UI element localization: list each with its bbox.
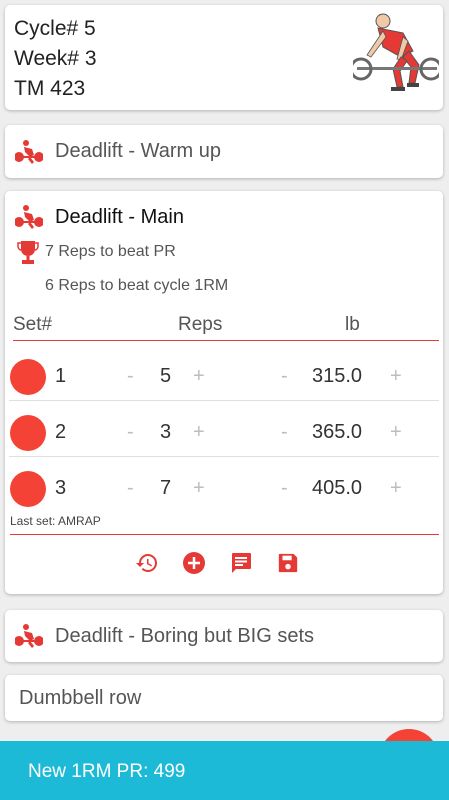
set-number: 1 <box>55 365 67 387</box>
exercise-card-warmup[interactable]: Deadlift - Warm up <box>5 125 443 178</box>
exercise-title: Dumbbell row <box>19 686 142 709</box>
last-set-note: Last set: AMRAP <box>10 514 101 528</box>
column-weight: lb <box>345 314 360 335</box>
exercise-card-main: Deadlift - Main 7 Reps to beat PR 6 Reps… <box>5 191 443 594</box>
comment-button[interactable] <box>227 549 255 577</box>
exercise-card-bbb[interactable]: Deadlift - Boring but BIG sets <box>5 610 443 662</box>
set-complete-toggle[interactable] <box>10 415 46 451</box>
exercise-title: Deadlift - Warm up <box>55 140 221 162</box>
weight-value[interactable]: 315.0 <box>312 365 362 388</box>
header-card: Cycle# 5 Week# 3 TM 423 <box>5 5 443 110</box>
reps-decrement-button[interactable]: - <box>127 421 134 444</box>
add-set-button[interactable] <box>180 549 208 577</box>
pr-text: 7 Reps to beat PR <box>45 243 176 260</box>
save-button[interactable] <box>274 549 302 577</box>
set-number: 3 <box>55 477 67 499</box>
weight-value[interactable]: 405.0 <box>312 477 362 500</box>
reps-decrement-button[interactable]: - <box>127 477 134 500</box>
set-complete-toggle[interactable] <box>10 359 46 395</box>
exercise-title: Deadlift - Boring but BIG sets <box>55 624 315 647</box>
weight-increment-button[interactable]: + <box>390 365 402 388</box>
training-max-label: TM 423 <box>14 77 86 100</box>
snackbar: New 1RM PR: 499 <box>0 741 449 800</box>
trophy-icon <box>17 241 39 264</box>
add-circle-icon <box>183 552 205 574</box>
reps-increment-button[interactable]: + <box>193 365 205 388</box>
comment-icon <box>232 553 251 573</box>
reps-value[interactable]: 3 <box>160 421 171 444</box>
action-bar <box>133 549 302 577</box>
column-reps: Reps <box>178 314 223 335</box>
set-row: 2 - 3 + - 365.0 + <box>5 401 443 457</box>
week-label: Week# 3 <box>14 47 97 70</box>
snackbar-text: New 1RM PR: 499 <box>28 761 186 782</box>
set-row: 1 - 5 + - 315.0 + <box>5 345 443 401</box>
exercise-card-dumbbell-row[interactable]: Dumbbell row <box>5 675 443 721</box>
column-set: Set# <box>13 314 53 335</box>
table-bottom-divider <box>10 534 439 535</box>
weight-decrement-button[interactable]: - <box>281 365 288 388</box>
reps-value[interactable]: 7 <box>160 477 171 500</box>
set-row: 3 - 7 + - 405.0 + <box>5 457 443 513</box>
main-title-row: Deadlift - Main <box>15 203 184 231</box>
exercise-title: Deadlift - Main <box>55 205 184 228</box>
weight-decrement-button[interactable]: - <box>281 477 288 500</box>
cycle-1rm-text: 6 Reps to beat cycle 1RM <box>45 277 229 294</box>
weight-decrement-button[interactable]: - <box>281 421 288 444</box>
save-icon <box>278 553 298 573</box>
history-icon <box>136 554 157 572</box>
pr-row: 7 Reps to beat PR <box>17 239 176 265</box>
weight-increment-button[interactable]: + <box>390 421 402 444</box>
history-button[interactable] <box>133 549 161 577</box>
reps-value[interactable]: 5 <box>160 365 171 388</box>
weight-value[interactable]: 365.0 <box>312 421 362 444</box>
deadlift-icon <box>15 624 43 648</box>
weight-increment-button[interactable]: + <box>390 477 402 500</box>
deadlift-figure-icon <box>353 13 439 91</box>
reps-increment-button[interactable]: + <box>193 477 205 500</box>
deadlift-icon <box>15 205 43 229</box>
set-complete-toggle[interactable] <box>10 471 46 507</box>
reps-increment-button[interactable]: + <box>193 421 205 444</box>
deadlift-icon <box>15 139 43 164</box>
sets-table-header: Set# Reps lb <box>13 313 439 341</box>
set-number: 2 <box>55 421 67 443</box>
reps-decrement-button[interactable]: - <box>127 365 134 388</box>
cycle-label: Cycle# 5 <box>14 17 96 40</box>
